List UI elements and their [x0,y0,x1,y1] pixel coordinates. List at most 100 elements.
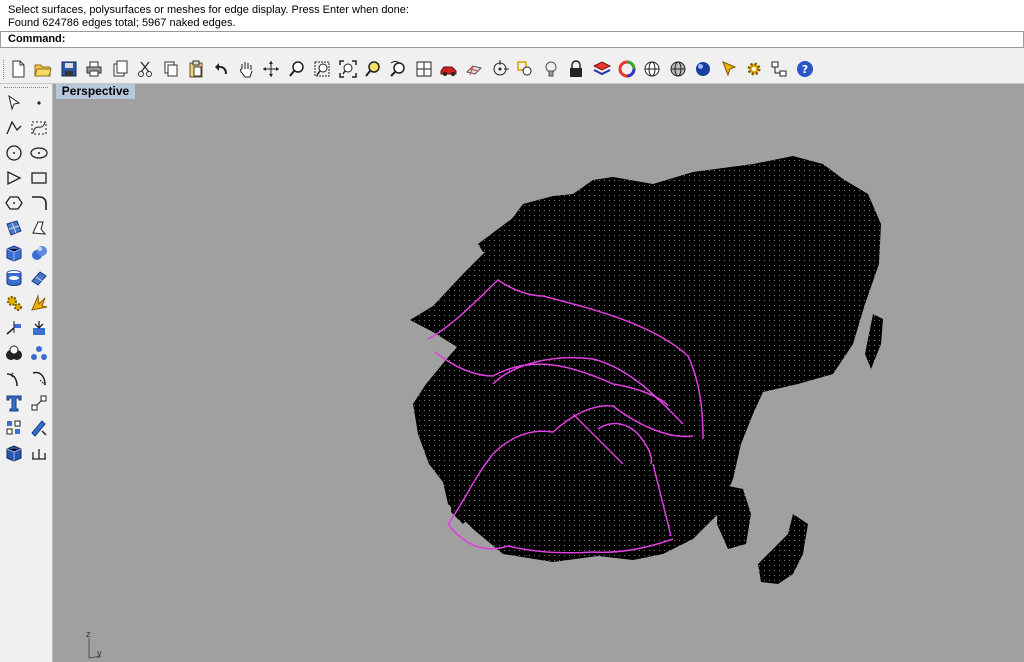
sphere-icon [32,246,47,260]
curve-button[interactable] [28,117,50,139]
undo-view-button[interactable] [387,58,409,80]
rendered-view-button[interactable] [692,58,714,80]
point-tool-button[interactable] [28,92,50,114]
options-button[interactable] [743,58,765,80]
text-button[interactable] [3,392,25,414]
rotate-button[interactable] [28,367,50,389]
surface-button[interactable] [3,217,25,239]
split-icon [6,321,21,335]
lights-button[interactable] [540,58,562,80]
ellipse-button[interactable] [28,142,50,164]
save-icon [61,61,77,77]
render-button[interactable] [438,58,460,80]
wireframe-view-button[interactable] [641,58,663,80]
print-button[interactable] [83,58,105,80]
open-icon [34,64,52,77]
explode-button[interactable] [28,342,50,364]
color-wheel-icon [618,60,636,78]
extrude-button[interactable] [28,267,50,289]
select-button[interactable] [3,92,25,114]
properties-button[interactable] [768,58,790,80]
rotate-view-icon [263,61,279,77]
grid-plane-button[interactable] [463,58,485,80]
paste-button[interactable] [185,58,207,80]
lock-button[interactable] [565,58,587,80]
cylinder-button[interactable] [3,267,25,289]
dimension-button[interactable] [28,442,50,464]
gear-tool-button[interactable] [3,292,25,314]
polygon-button[interactable] [3,192,25,214]
sidebar-grip[interactable] [4,87,48,91]
network-surface-icon [32,221,47,235]
trim-button[interactable] [28,317,50,339]
text-icon [6,395,22,412]
array-button[interactable] [3,417,25,439]
snap-button[interactable] [489,58,511,80]
scale-icon [31,395,47,411]
select-filter-button[interactable] [718,58,740,80]
undo-button[interactable] [210,58,232,80]
zoom-button[interactable] [286,58,308,80]
shaded-view-button[interactable] [667,58,689,80]
burst-button[interactable] [28,292,50,314]
split-button[interactable] [3,317,25,339]
viewport-tab-perspective[interactable]: Perspective [56,84,135,99]
help-icon: ? [797,61,813,77]
cut-button[interactable] [134,58,156,80]
sphere-button[interactable] [28,242,50,264]
analyze-button[interactable] [28,417,50,439]
rectangle-icon [31,172,47,184]
network-surface-button[interactable] [28,217,50,239]
four-viewports-button[interactable] [413,58,435,80]
four-viewports-icon [416,61,432,77]
export-button[interactable] [109,58,131,80]
pan-icon [240,62,253,78]
point-button[interactable] [514,58,536,80]
zoom-extents-icon [339,60,357,78]
main-sidebar-toolbar [0,84,53,662]
circle-icon [6,145,22,161]
offset-button[interactable] [3,367,25,389]
copy-button[interactable] [160,58,182,80]
perspective-viewport[interactable]: Perspective z y [53,84,1024,662]
circle-button[interactable] [3,142,25,164]
copy-icon [164,61,178,77]
zoom-extents-button[interactable] [337,58,359,80]
select-arrow-icon [8,94,21,111]
polygon-icon [5,196,23,210]
command-input[interactable]: Command: [0,31,1024,48]
fillet-button[interactable] [28,192,50,214]
solid-tools-button[interactable] [3,442,25,464]
rotate-view-button[interactable] [260,58,282,80]
zoom-window-button[interactable] [311,58,333,80]
surface-icon [6,220,22,236]
layer-button[interactable] [591,58,613,80]
command-history-line: Select surfaces, polysurfaces or meshes … [8,4,409,16]
arc-button[interactable] [3,167,25,189]
boolean-button[interactable] [3,342,25,364]
save-button[interactable] [58,58,80,80]
world-axes-indicator: z y [79,629,119,662]
export-icon [113,60,128,77]
snap-icon [493,60,509,76]
polyline-icon [6,120,22,135]
settings-gear-icon [747,62,761,76]
render-sphere-icon [696,62,710,76]
new-button[interactable] [7,58,29,80]
color-wheel-button[interactable] [616,58,638,80]
rectangle-button[interactable] [28,167,50,189]
box-button[interactable] [3,242,25,264]
gear-icon [7,296,22,311]
pan-button[interactable] [235,58,257,80]
car-render-icon [440,66,457,76]
help-button[interactable]: ? [794,58,816,80]
solid-box-icon [6,445,22,462]
cut-icon [138,61,152,77]
point-icon [37,101,41,105]
boolean-icon [6,345,22,360]
polyline-button[interactable] [3,117,25,139]
open-button[interactable] [32,58,54,80]
scale-button[interactable] [28,392,50,414]
zoom-selected-button[interactable] [362,58,384,80]
new-icon [12,60,25,78]
